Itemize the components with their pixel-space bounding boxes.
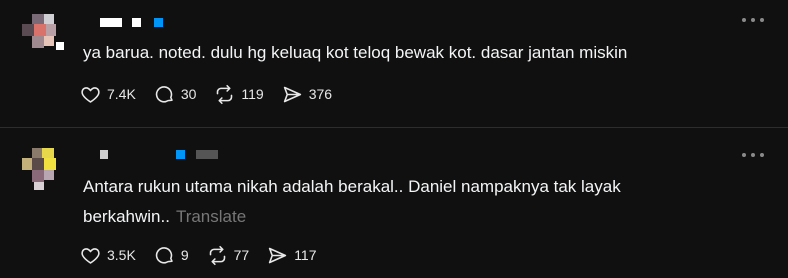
repost-button[interactable]: 119 [214, 84, 264, 105]
like-button[interactable]: 7.4K [80, 84, 136, 105]
more-options-button[interactable] [742, 18, 766, 24]
share-count: 117 [294, 247, 317, 263]
comment-icon [155, 246, 173, 264]
verified-badge [176, 150, 185, 159]
share-button[interactable]: 376 [282, 84, 332, 105]
repost-button[interactable]: 77 [207, 245, 250, 266]
verified-badge [154, 18, 163, 27]
heart-icon [81, 86, 100, 103]
username[interactable] [100, 18, 170, 30]
post-actions: 7.4K 30 119 376 [80, 82, 350, 106]
like-button[interactable]: 3.5K [80, 245, 136, 266]
avatar[interactable] [22, 12, 66, 56]
username[interactable] [100, 150, 230, 162]
like-count: 7.4K [107, 86, 136, 102]
post-text-line-1: Antara rukun utama nikah adalah berakal.… [83, 177, 621, 196]
post-actions: 3.5K 9 77 117 [80, 243, 335, 267]
reply-count: 9 [180, 247, 189, 263]
share-icon [269, 247, 287, 263]
share-icon [283, 86, 301, 102]
avatar[interactable] [22, 148, 66, 192]
translate-link[interactable]: Translate [176, 207, 246, 226]
heart-icon [81, 247, 100, 264]
share-button[interactable]: 117 [267, 245, 317, 266]
share-count: 376 [308, 86, 333, 102]
post-text: Antara rukun utama nikah adalah berakal.… [83, 172, 621, 232]
reply-button[interactable]: 30 [154, 84, 197, 105]
reply-count: 30 [180, 86, 197, 102]
more-options-button[interactable] [742, 153, 766, 159]
like-count: 3.5K [107, 247, 136, 263]
thread-post-2: Antara rukun utama nikah adalah berakal.… [0, 128, 788, 278]
repost-icon [217, 84, 233, 104]
repost-count: 77 [233, 247, 250, 263]
post-text: ya barua. noted. dulu hg keluaq kot telo… [83, 43, 628, 62]
reply-button[interactable]: 9 [154, 245, 189, 266]
repost-count: 119 [241, 86, 264, 102]
repost-icon [209, 245, 225, 265]
thread-post-1: ya barua. noted. dulu hg keluaq kot telo… [0, 0, 788, 127]
comment-icon [155, 85, 173, 103]
post-text-line-2: berkahwin.. [83, 207, 170, 226]
